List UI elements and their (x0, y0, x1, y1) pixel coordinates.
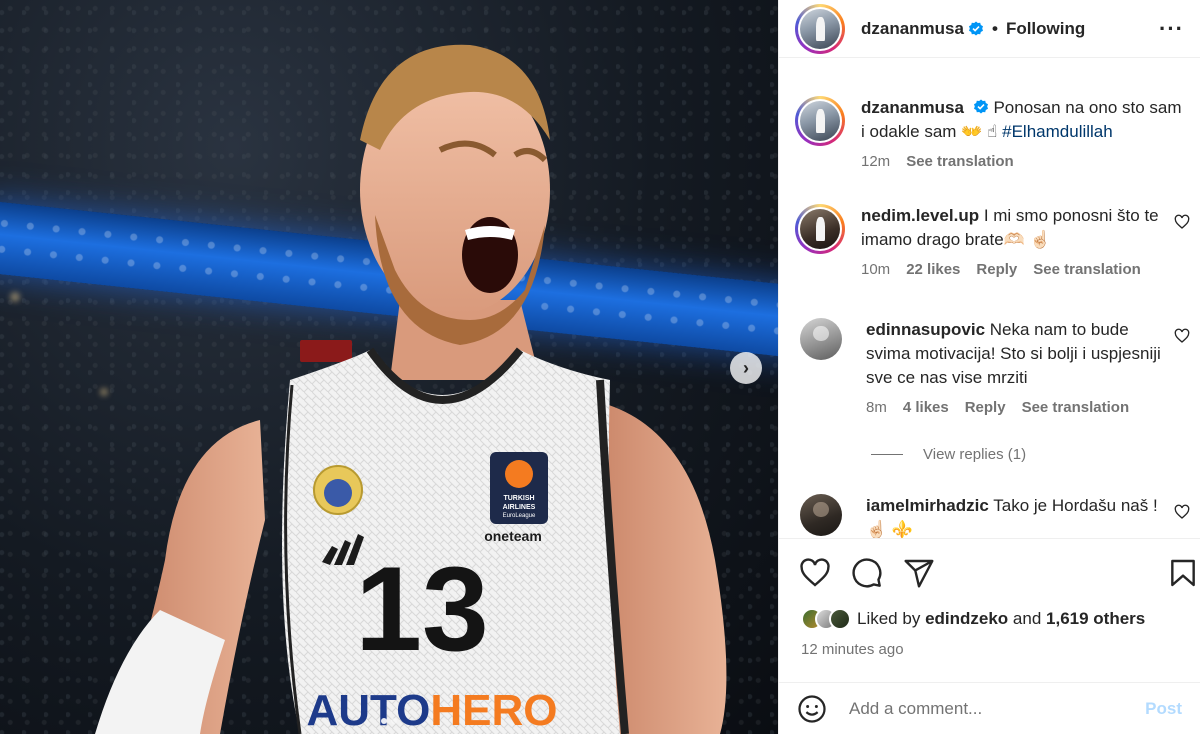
comment-username[interactable]: iamelmirhadzic (866, 496, 989, 515)
hashtag-link[interactable]: #Elhamdulillah (1002, 122, 1113, 141)
author-username[interactable]: dzananmusa (861, 19, 964, 39)
heart-icon[interactable] (1174, 214, 1190, 230)
svg-text:TURKISH: TURKISH (503, 495, 534, 502)
jersey-brand: oneteam (484, 528, 542, 544)
post-comment-button[interactable]: Post (1145, 699, 1182, 719)
comment-item: iamelmirhadzic Tako je Hordašu naš ! ☝🏻 … (795, 494, 1190, 538)
liked-by-joiner: and (1012, 609, 1042, 628)
carousel-dot-active (381, 718, 387, 724)
likes-summary: Liked by edindzeko and 1,619 others (801, 608, 1145, 630)
comment-username[interactable]: nedim.level.up (861, 206, 979, 225)
caption-avatar[interactable] (795, 96, 845, 146)
author-avatar[interactable] (795, 3, 845, 54)
view-replies-button[interactable]: View replies (1) (871, 446, 1026, 463)
next-slide-button[interactable]: › (730, 352, 762, 384)
verified-badge-icon (968, 21, 983, 35)
comment-avatar[interactable] (795, 204, 845, 254)
comment-likes[interactable]: 22 likes (906, 258, 960, 282)
chevron-right-icon: › (743, 357, 749, 378)
svg-text:AIRLINES: AIRLINES (503, 504, 536, 511)
liker-avatars[interactable] (801, 608, 851, 630)
comment-time: 8m (866, 399, 887, 416)
view-replies-label: View replies (1) (923, 446, 1027, 463)
verified-badge-icon (973, 99, 988, 114)
heart-icon[interactable] (1174, 504, 1190, 520)
see-translation-button[interactable]: See translation (1033, 258, 1141, 282)
carousel-indicator (0, 718, 778, 724)
comment-username[interactable]: edinnasupovic (866, 320, 985, 339)
caption-time: 12m (861, 153, 891, 170)
carousel-dot (391, 718, 397, 724)
following-button[interactable]: Following (1006, 19, 1085, 39)
comments-list[interactable]: dzananmusa Ponosan na ono sto sam i odak… (779, 70, 1200, 538)
more-horizontal-icon[interactable]: ··· (1159, 16, 1184, 42)
comment-item: nedim.level.up I mi smo ponosni što te i… (795, 204, 1190, 282)
post-media[interactable]: TURKISH AIRLINES EuroLeague oneteam 13 A… (0, 0, 778, 734)
svg-text:EuroLeague: EuroLeague (503, 513, 536, 519)
emoji-icon[interactable] (797, 694, 827, 724)
add-comment-bar: Post (779, 682, 1200, 734)
comment-avatar[interactable] (800, 318, 842, 360)
caption: dzananmusa Ponosan na ono sto sam i odak… (795, 96, 1190, 174)
bookmark-icon[interactable] (1167, 557, 1199, 589)
comment-icon[interactable] (851, 557, 883, 589)
header-separator: • (991, 18, 998, 38)
sponsor-logo: AUTOHERO (307, 686, 558, 734)
liked-by-label: Liked by (857, 609, 921, 628)
see-translation-button[interactable]: See translation (1022, 396, 1130, 420)
comment-item: edinnasupovic Neka nam to bude svima mot… (795, 318, 1190, 420)
comment-time: 10m (861, 261, 891, 278)
player-photo: TURKISH AIRLINES EuroLeague oneteam 13 A… (95, 44, 727, 734)
liked-by-user[interactable]: edindzeko (925, 609, 1008, 629)
post-header: dzananmusa • Following ··· (779, 0, 1200, 58)
reply-button[interactable]: Reply (976, 258, 1017, 282)
action-bar (779, 538, 1200, 610)
reply-button[interactable]: Reply (965, 396, 1006, 420)
heart-icon[interactable] (1174, 328, 1190, 344)
divider-line (871, 454, 903, 455)
post-timestamp: 12 minutes ago (801, 641, 904, 658)
post-sidebar: dzananmusa • Following ··· dzananmusa Po… (778, 0, 1200, 734)
share-icon[interactable] (903, 557, 935, 589)
see-translation-button[interactable]: See translation (906, 150, 1014, 174)
caption-username[interactable]: dzananmusa (861, 98, 964, 117)
heart-icon[interactable] (799, 557, 831, 589)
comment-avatar[interactable] (800, 494, 842, 536)
jersey-number: 13 (355, 542, 488, 676)
likes-count[interactable]: 1,619 others (1046, 609, 1145, 629)
comment-likes[interactable]: 4 likes (903, 396, 949, 420)
comment-input[interactable] (849, 698, 1146, 719)
